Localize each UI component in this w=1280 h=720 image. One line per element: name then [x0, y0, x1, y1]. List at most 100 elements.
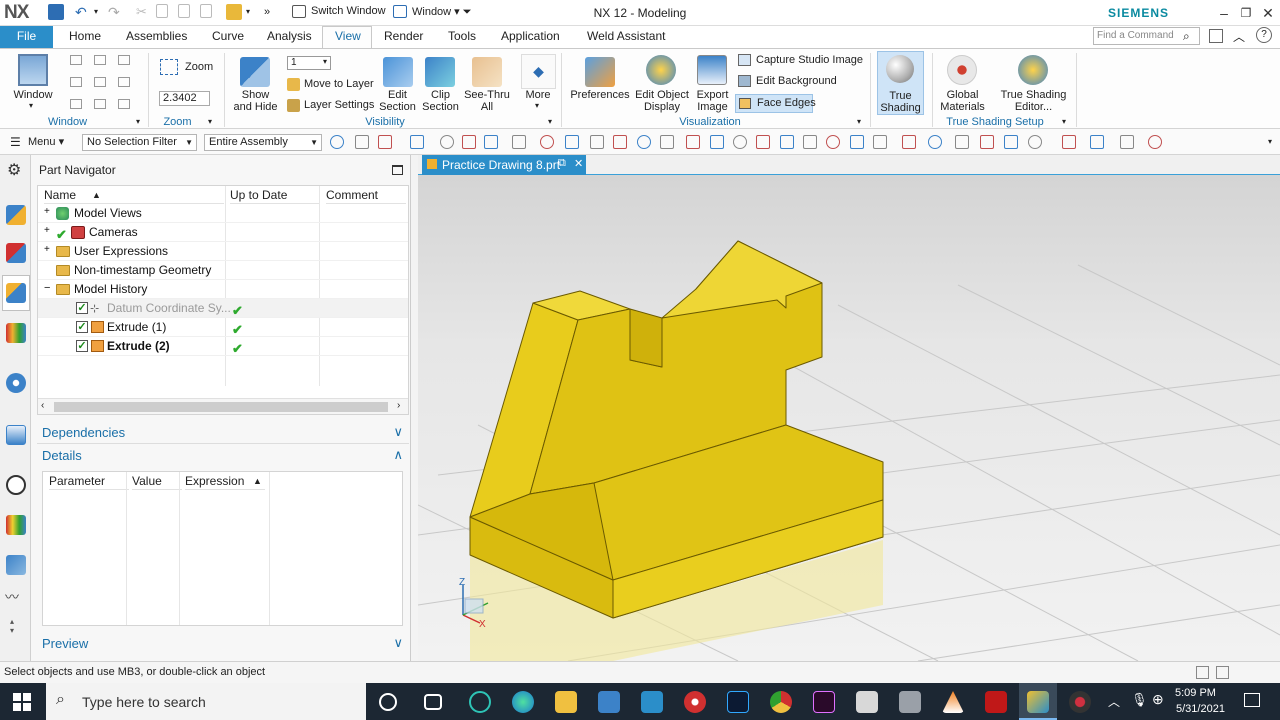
toolbar-tool-icon[interactable]: [484, 135, 498, 149]
toolbar-tool-icon[interactable]: [1120, 135, 1134, 149]
preferences-button[interactable]: Preferences: [568, 89, 632, 101]
minimize-button[interactable]: –: [1212, 3, 1236, 23]
toolbar-tool-icon[interactable]: [660, 135, 674, 149]
export-image-icon[interactable]: [697, 55, 727, 85]
zoom-group-dropdown-icon[interactable]: ▾: [208, 117, 212, 126]
windows-start-icon[interactable]: [13, 693, 31, 711]
tab-curve[interactable]: Curve: [212, 26, 244, 48]
zoom-icon[interactable]: [160, 59, 178, 75]
hd3d-tools-icon[interactable]: [6, 373, 26, 393]
undock-icon[interactable]: ⧉: [558, 157, 566, 170]
toolbar-tool-icon[interactable]: [512, 135, 526, 149]
window-icon[interactable]: [18, 54, 48, 86]
move-to-layer-button[interactable]: Move to Layer: [304, 78, 374, 90]
edit-object-display-icon[interactable]: [646, 55, 676, 85]
acrobat-icon[interactable]: [985, 691, 1007, 713]
camera-app-icon[interactable]: [684, 691, 706, 713]
mail-icon[interactable]: [641, 691, 663, 713]
tab-assemblies[interactable]: Assemblies: [126, 26, 187, 48]
toolbar-tool-icon[interactable]: [1062, 135, 1076, 149]
column-header-up-to-date[interactable]: Up to Date: [230, 186, 320, 204]
global-materials-icon[interactable]: [947, 55, 977, 85]
toolbar-overflow-icon[interactable]: ▾: [1268, 137, 1272, 146]
graphics-window[interactable]: Z X: [418, 175, 1280, 661]
window-dropdown-icon[interactable]: ▾: [29, 101, 33, 110]
save-icon[interactable]: [48, 4, 64, 20]
column-header-name[interactable]: Name ▲: [44, 186, 224, 204]
window-group-dropdown-icon[interactable]: ▾: [136, 117, 140, 126]
tab-weld-assistant[interactable]: Weld Assistant: [587, 26, 665, 48]
toolbar-tool-icon[interactable]: [928, 135, 942, 149]
scroll-right-icon[interactable]: ›: [397, 400, 400, 411]
copy-icon[interactable]: [156, 4, 168, 18]
details-column-value[interactable]: Value: [132, 472, 182, 490]
toolbar-tool-icon[interactable]: [780, 135, 794, 149]
toolbar-tool-icon[interactable]: [565, 135, 579, 149]
toolbar-tool-icon[interactable]: [955, 135, 969, 149]
toolbar-tool-icon[interactable]: [540, 135, 554, 149]
toolbar-tool-icon[interactable]: [330, 135, 344, 149]
toolbar-tool-icon[interactable]: [850, 135, 864, 149]
zoom-scale-input[interactable]: 2.3402: [159, 91, 210, 106]
true-shading-editor-button[interactable]: True Shading Editor...: [996, 89, 1071, 113]
maximize-icon[interactable]: [392, 165, 403, 175]
toolbar-tool-icon[interactable]: [613, 135, 627, 149]
search-icon[interactable]: ⌕: [1183, 29, 1190, 44]
window-menu-button[interactable]: Window ▾ ⏷: [412, 5, 472, 19]
file-tab[interactable]: File: [0, 26, 53, 48]
close-button[interactable]: ✕: [1256, 3, 1280, 23]
edit-background-button[interactable]: Edit Background: [756, 75, 837, 87]
visualization-group-dropdown-icon[interactable]: ▾: [857, 117, 861, 126]
tree-row-cameras[interactable]: + ✔ Cameras: [38, 223, 408, 242]
selection-scope-select[interactable]: Entire Assembly ▼: [204, 134, 322, 151]
scroll-left-icon[interactable]: ‹: [41, 400, 44, 411]
toolbar-tool-icon[interactable]: [355, 135, 369, 149]
gear-icon[interactable]: ⚙: [7, 160, 21, 180]
toolbar-tool-icon[interactable]: [710, 135, 724, 149]
toolbar-tool-icon[interactable]: [1090, 135, 1104, 149]
window-button[interactable]: Window: [8, 89, 58, 101]
edit-section-button[interactable]: Edit Section: [375, 89, 420, 113]
tab-view[interactable]: View: [335, 26, 361, 48]
toolbar-tool-icon[interactable]: [378, 135, 392, 149]
zoom-button[interactable]: Zoom: [185, 61, 213, 73]
tray-chevron-up-icon[interactable]: ︿: [1108, 693, 1120, 710]
task-view-icon[interactable]: [424, 694, 442, 710]
clip-section-icon[interactable]: [425, 57, 455, 87]
tree-row-model-views[interactable]: + Model Views: [38, 204, 408, 223]
toolbar-tool-icon[interactable]: [686, 135, 700, 149]
preferences-icon[interactable]: [585, 57, 615, 87]
true-shading-setup-dropdown-icon[interactable]: ▾: [1062, 117, 1066, 126]
edit-object-display-button[interactable]: Edit Object Display: [632, 89, 692, 113]
toolbar-tool-icon[interactable]: [826, 135, 840, 149]
menu-button[interactable]: Menu ▾: [28, 135, 64, 148]
capture-studio-image-button[interactable]: Capture Studio Image: [756, 54, 863, 66]
tree-row-model-history[interactable]: − Model History: [38, 280, 408, 299]
preview-panel-header[interactable]: Preview ∨: [37, 633, 409, 655]
toolbar-tool-icon[interactable]: [637, 135, 651, 149]
resource-bar-scroll-icon[interactable]: ▴ ▾: [10, 617, 14, 635]
expand-icon[interactable]: +: [44, 206, 50, 217]
edge-browser-icon[interactable]: [512, 691, 534, 713]
toolbar-tool-icon[interactable]: [462, 135, 476, 149]
paste-icon[interactable]: [178, 4, 190, 18]
customize-icon[interactable]: »: [264, 4, 280, 20]
expand-icon[interactable]: +: [44, 225, 50, 236]
toolbar-tool-icon[interactable]: [980, 135, 994, 149]
model-viewport[interactable]: Z X: [418, 175, 1280, 661]
photoshop-icon[interactable]: [727, 691, 749, 713]
tree-row-extrude-1[interactable]: ✓ Extrude (1) ✔: [38, 318, 408, 337]
tab-close-icon[interactable]: ✕: [574, 157, 583, 170]
export-image-button[interactable]: Export Image: [690, 89, 735, 113]
notifications-icon[interactable]: [1244, 693, 1260, 707]
history-clock-icon[interactable]: [6, 475, 26, 495]
toolbar-tool-icon[interactable]: [590, 135, 604, 149]
taskbar-time[interactable]: 5:09 PM: [1175, 687, 1216, 699]
tab-home[interactable]: Home: [69, 26, 101, 48]
undo-icon[interactable]: ↶: [75, 4, 91, 20]
dependencies-panel-header[interactable]: Dependencies ∨: [37, 422, 409, 444]
details-panel-header[interactable]: Details ∧: [37, 445, 409, 467]
roles-icon[interactable]: 〰: [5, 587, 19, 607]
restore-button[interactable]: ❐: [1234, 3, 1258, 23]
more-icon[interactable]: ◆: [521, 54, 556, 89]
